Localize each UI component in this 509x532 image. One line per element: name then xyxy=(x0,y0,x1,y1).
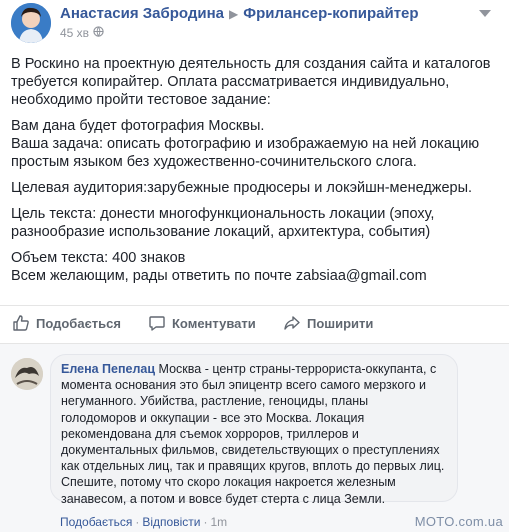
comment-label: Коментувати xyxy=(172,315,256,331)
comment-reply-link[interactable]: Відповісти xyxy=(142,515,200,529)
share-button[interactable]: Поширити xyxy=(283,314,373,332)
post-paragraph: Цель текста: донести многофункциональнос… xyxy=(11,206,435,240)
post-meta: 45 хв xyxy=(60,26,104,40)
separator-dot: · xyxy=(135,515,140,529)
post-paragraph: Объем текста: 400 знаков Всем желающим, … xyxy=(11,250,427,284)
comment-bubble: Елена Пепелац Москва - центр страны-терр… xyxy=(50,354,458,506)
author-name[interactable]: Анастасия Забродина xyxy=(60,5,224,22)
comment-like-link[interactable]: Подобається xyxy=(60,515,132,529)
post-time[interactable]: 45 хв xyxy=(60,26,89,40)
post-paragraph: Целевая аудитория:зарубежные продюсеры и… xyxy=(11,180,473,196)
comment-time[interactable]: 1m xyxy=(210,515,227,529)
author-avatar[interactable] xyxy=(11,3,51,43)
comment-icon xyxy=(148,314,166,332)
globe-icon xyxy=(93,26,104,40)
thumbs-up-icon xyxy=(12,314,30,332)
arrow-right-icon: ▶ xyxy=(229,7,239,21)
comment-actions: Подобається · Відповісти · 1m xyxy=(60,515,227,529)
commenter-avatar[interactable] xyxy=(11,358,43,390)
share-label: Поширити xyxy=(307,315,374,331)
post-paragraph: Вам дана будет фотография Москвы. Ваша з… xyxy=(11,118,480,170)
comment-button[interactable]: Коментувати xyxy=(148,314,256,332)
site-watermark: MOTO.com.ua xyxy=(414,514,503,529)
commenter-name[interactable]: Елена Пепелац xyxy=(61,362,155,376)
post-actions: Подобається Коментувати Поширити xyxy=(0,305,509,344)
facebook-post: Анастасия Забродина ▶ Фрилансер-копирайтер… xyxy=(0,0,509,532)
post-paragraph: В Роскино на проектную деятельность для … xyxy=(11,56,491,108)
post-header: Анастасия Забродина ▶ Фрилансер-копирайтер xyxy=(60,5,419,22)
chevron-down-icon[interactable] xyxy=(479,10,491,17)
share-icon xyxy=(283,314,301,332)
like-label: Подобається xyxy=(36,315,121,331)
separator-dot: · xyxy=(203,515,208,529)
group-name[interactable]: Фрилансер-копирайтер xyxy=(243,5,418,22)
post-text: В Роскино на проектную деятельность для … xyxy=(11,55,491,293)
comment-text: Москва - центр страны-террориста-оккупан… xyxy=(61,362,445,506)
like-button[interactable]: Подобається xyxy=(12,314,121,332)
comments-section: Елена Пепелац Москва - центр страны-терр… xyxy=(0,343,509,532)
